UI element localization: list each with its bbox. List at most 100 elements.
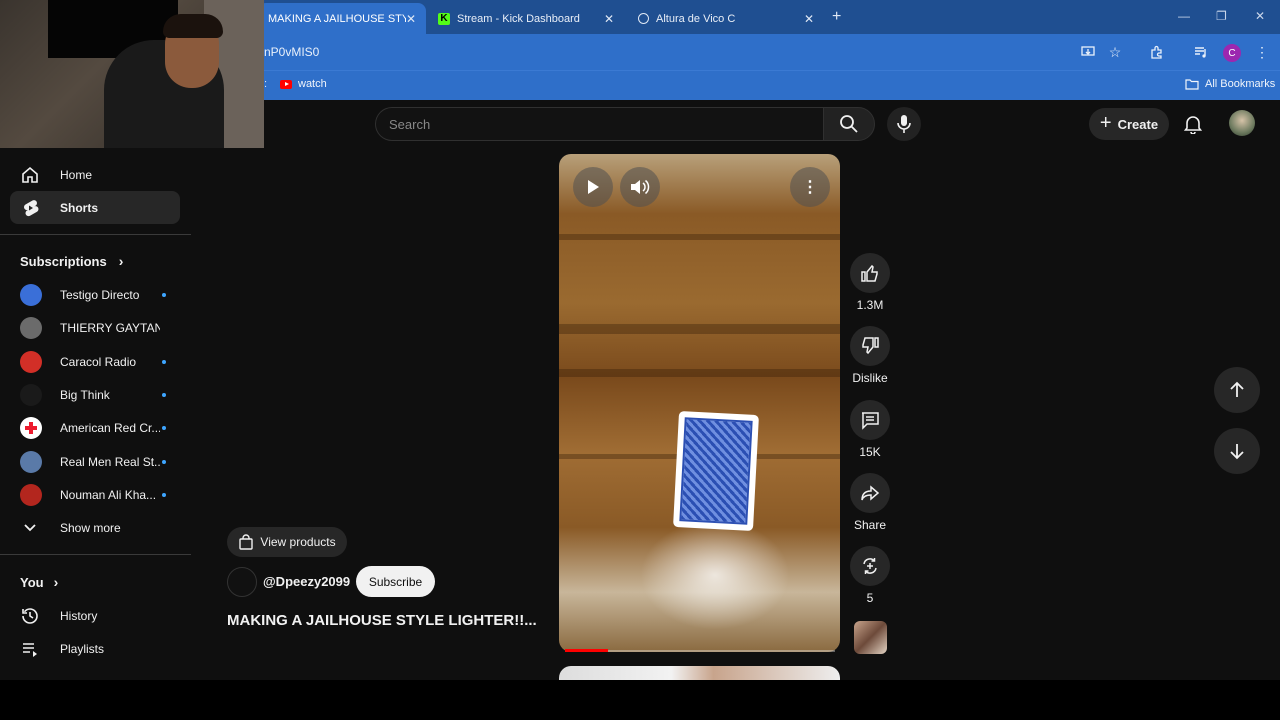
bell-icon bbox=[1184, 116, 1202, 134]
video-progress-fill bbox=[565, 649, 608, 652]
more-options-button[interactable]: ⋮ bbox=[790, 167, 830, 207]
play-button[interactable] bbox=[573, 167, 613, 207]
webcam-overlay bbox=[0, 0, 264, 148]
subscription-label: American Red Cr... bbox=[60, 420, 160, 435]
comments-button[interactable] bbox=[850, 400, 890, 440]
channel-avatar bbox=[20, 450, 42, 473]
extensions-icon[interactable] bbox=[1148, 43, 1166, 61]
microphone-icon bbox=[897, 115, 911, 133]
search-input[interactable]: Search bbox=[375, 107, 823, 141]
volume-icon bbox=[631, 179, 650, 195]
more-vertical-icon: ⋮ bbox=[802, 179, 818, 196]
subscription-item[interactable]: Caracol Radio bbox=[10, 345, 180, 378]
subscription-label: Nouman Ali Kha... bbox=[60, 487, 157, 502]
close-window-icon[interactable]: ✕ bbox=[1255, 9, 1265, 23]
bookmark-label: watch bbox=[298, 78, 327, 90]
create-label: Create bbox=[1117, 116, 1159, 132]
history-icon bbox=[20, 606, 40, 626]
light-glare bbox=[640, 520, 790, 630]
subscription-item[interactable]: THIERRY GAYTAN bbox=[10, 311, 180, 344]
close-tab-icon[interactable]: ✕ bbox=[406, 12, 416, 26]
share-label: Share bbox=[853, 518, 887, 532]
page: MAKING A JAILHOUSE STYLE LI ✕ K Stream -… bbox=[0, 0, 1280, 720]
dislike-label: Dislike bbox=[852, 371, 888, 385]
channel-name[interactable]: @Dpeezy2099 bbox=[263, 574, 350, 589]
play-icon bbox=[588, 180, 599, 194]
minimize-icon[interactable]: — bbox=[1178, 9, 1190, 23]
sidebar-divider bbox=[0, 554, 191, 555]
share-icon bbox=[861, 485, 880, 501]
comment-icon bbox=[862, 412, 879, 430]
notifications-button[interactable] bbox=[1181, 112, 1205, 136]
you-heading[interactable]: You › bbox=[20, 574, 58, 590]
sidebar-item-playlists[interactable]: Playlists bbox=[10, 632, 180, 665]
close-tab-icon[interactable]: ✕ bbox=[804, 12, 814, 26]
subscription-item[interactable]: Real Men Real St... bbox=[10, 445, 180, 478]
comment-count: 15K bbox=[859, 445, 881, 459]
arrow-down-icon bbox=[1230, 444, 1244, 460]
bookmark-watch[interactable]: watch bbox=[280, 78, 327, 90]
url-text[interactable]: nP0vMIS0 bbox=[264, 45, 319, 59]
web-icon bbox=[638, 13, 649, 24]
tab-kick[interactable]: K Stream - Kick Dashboard ✕ bbox=[428, 3, 624, 34]
new-content-dot bbox=[162, 459, 166, 464]
channel-avatar bbox=[20, 383, 42, 406]
new-content-dot bbox=[162, 425, 166, 430]
card-back-pattern bbox=[679, 417, 753, 525]
maximize-icon[interactable]: ❐ bbox=[1216, 9, 1227, 23]
install-app-icon[interactable] bbox=[1079, 43, 1097, 61]
new-tab-icon[interactable]: + bbox=[832, 8, 841, 26]
subscribe-button[interactable]: Subscribe bbox=[356, 566, 435, 597]
search-placeholder: Search bbox=[389, 116, 431, 132]
subscriptions-heading[interactable]: Subscriptions › bbox=[20, 253, 123, 269]
create-button[interactable]: + Create bbox=[1089, 108, 1169, 140]
subscription-label: Caracol Radio bbox=[60, 354, 137, 369]
you-title: You bbox=[20, 574, 44, 590]
plus-icon: + bbox=[1099, 111, 1112, 134]
new-content-dot bbox=[162, 492, 166, 497]
subscription-item[interactable]: Nouman Ali Kha... bbox=[10, 478, 180, 511]
tab-altura[interactable]: Altura de Vico C ✕ bbox=[628, 3, 824, 34]
search-button[interactable] bbox=[823, 107, 875, 141]
kick-icon: K bbox=[438, 12, 450, 25]
dislike-button[interactable] bbox=[850, 326, 890, 366]
next-short-preview[interactable] bbox=[559, 666, 840, 680]
remix-button[interactable] bbox=[850, 546, 890, 586]
volume-button[interactable] bbox=[620, 167, 660, 207]
bookmark-overflow: : bbox=[264, 78, 268, 90]
view-products-button[interactable]: View products bbox=[227, 527, 347, 557]
browser-profile-avatar[interactable]: C bbox=[1223, 44, 1241, 62]
previous-short-button[interactable] bbox=[1214, 367, 1260, 413]
bookmark-star-icon[interactable]: ☆ bbox=[1106, 43, 1124, 61]
channel-avatar[interactable] bbox=[227, 567, 257, 597]
subscription-item[interactable]: Big Think bbox=[10, 378, 180, 411]
short-title[interactable]: MAKING A JAILHOUSE STYLE LIGHTER!!... bbox=[227, 612, 537, 629]
voice-search-button[interactable] bbox=[887, 107, 921, 141]
close-tab-icon[interactable]: ✕ bbox=[604, 12, 614, 26]
sidebar-item-history[interactable]: History bbox=[10, 599, 180, 632]
media-control-icon[interactable] bbox=[1192, 43, 1210, 61]
subscriptions-title: Subscriptions bbox=[20, 253, 107, 269]
sidebar-item-home[interactable]: Home bbox=[10, 158, 180, 191]
subscription-item[interactable]: American Red Cr... bbox=[10, 411, 180, 444]
search-icon bbox=[840, 115, 858, 133]
browser-menu-icon[interactable]: ⋮ bbox=[1253, 43, 1271, 61]
subscription-label: THIERRY GAYTAN bbox=[60, 320, 160, 335]
channel-avatar bbox=[20, 316, 42, 339]
sound-thumbnail[interactable] bbox=[854, 621, 887, 654]
user-avatar[interactable] bbox=[1229, 110, 1255, 136]
tab-youtube[interactable]: MAKING A JAILHOUSE STYLE LI ✕ bbox=[258, 3, 426, 34]
next-short-button[interactable] bbox=[1214, 428, 1260, 474]
arrow-up-icon bbox=[1230, 381, 1244, 397]
chevron-down-icon bbox=[20, 518, 40, 538]
sidebar-item-shorts[interactable]: Shorts bbox=[10, 191, 180, 224]
page-scrollbar[interactable] bbox=[1274, 148, 1280, 680]
all-bookmarks[interactable]: All Bookmarks bbox=[1185, 78, 1275, 90]
subscription-label: Real Men Real St... bbox=[60, 454, 160, 469]
subscription-item[interactable]: Testigo Directo bbox=[10, 278, 180, 311]
share-button[interactable] bbox=[850, 473, 890, 513]
like-button[interactable] bbox=[850, 253, 890, 293]
screen-bottom-border bbox=[0, 680, 1280, 720]
playing-card bbox=[673, 410, 759, 532]
show-more-button[interactable]: Show more bbox=[10, 511, 180, 544]
